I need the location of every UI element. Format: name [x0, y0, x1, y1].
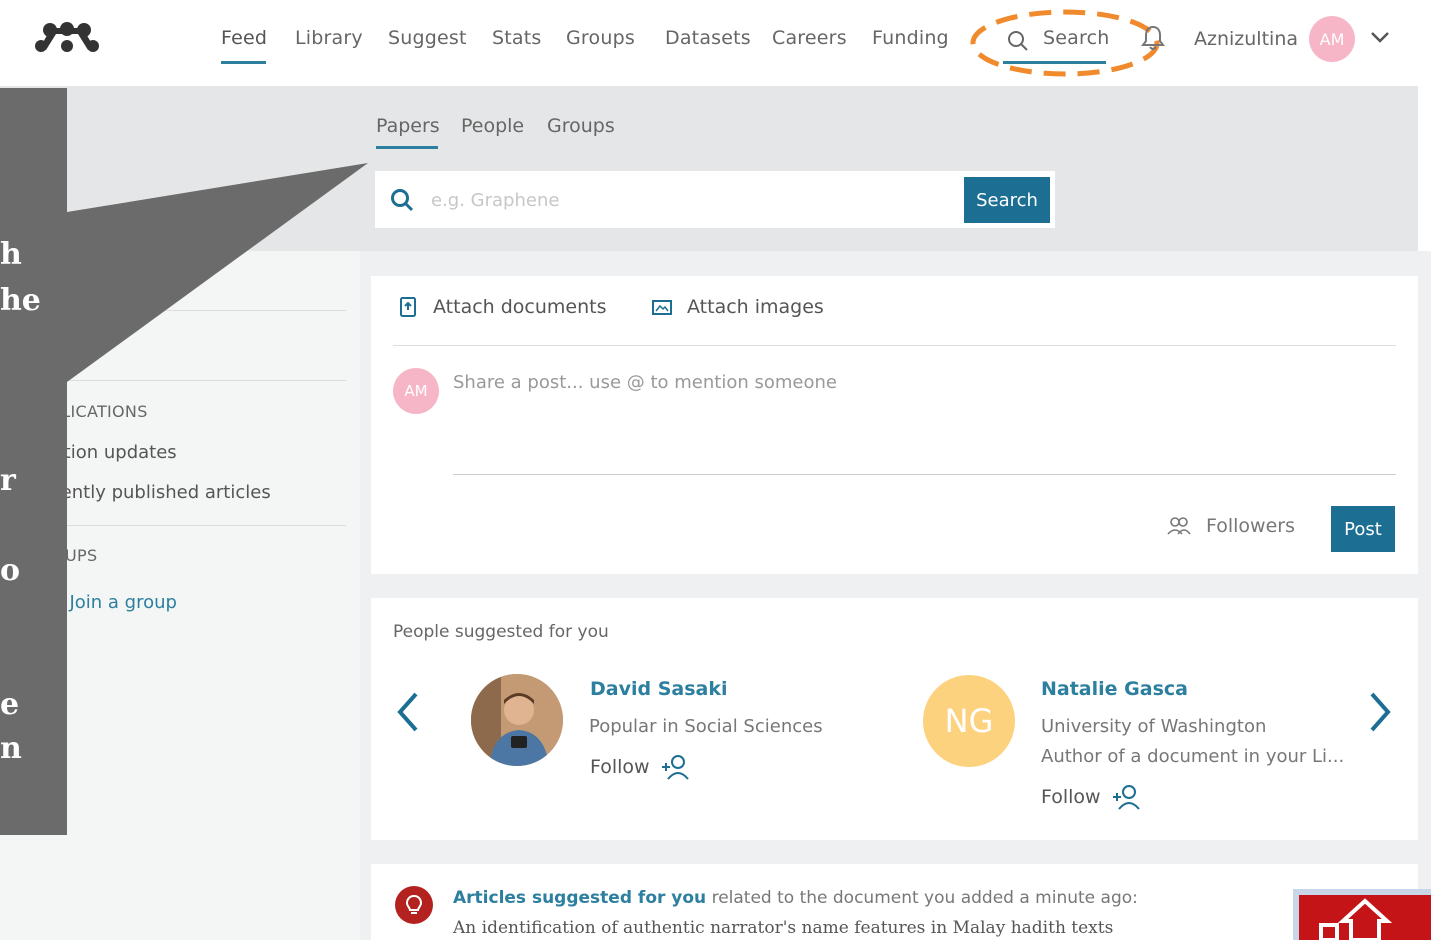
- person-subtitle: Popular in Social Sciences: [589, 716, 823, 737]
- callout-text-fragment: he: [0, 283, 41, 318]
- person-avatar[interactable]: NG: [923, 675, 1015, 767]
- bell-icon[interactable]: [1140, 24, 1166, 52]
- people-icon: [1167, 517, 1191, 535]
- search-button[interactable]: Search: [964, 177, 1050, 223]
- chevron-right-icon[interactable]: [1366, 690, 1394, 734]
- document-icon: [400, 297, 416, 317]
- publications-label: PUBLICATIONS: [28, 402, 148, 421]
- home-icon: [1319, 898, 1393, 942]
- callout-text-fragment: e: [0, 687, 20, 722]
- callout-text-fragment: o: [0, 553, 21, 588]
- person-name[interactable]: Natalie Gasca: [1041, 678, 1188, 700]
- chevron-left-icon[interactable]: [394, 690, 422, 734]
- post-input-underline: [453, 474, 1396, 475]
- nav-datasets[interactable]: Datasets: [665, 27, 751, 49]
- sidebar-strip: [0, 835, 8, 940]
- person-name[interactable]: David Sasaki: [590, 678, 728, 700]
- attach-images-label: Attach images: [687, 296, 824, 318]
- person-subtitle: University of Washington: [1041, 716, 1267, 737]
- person-photo[interactable]: [471, 674, 563, 766]
- image-icon: [652, 300, 672, 315]
- attach-images-button[interactable]: Attach images: [651, 296, 824, 318]
- people-suggestions-title: People suggested for you: [393, 622, 609, 642]
- join-group-label: Join a group: [69, 592, 177, 613]
- tab-people[interactable]: People: [461, 115, 524, 137]
- attach-documents-label: Attach documents: [433, 296, 607, 318]
- callout-text-fragment: h: [0, 237, 22, 272]
- filter-all-posts[interactable]: All posts: [12, 335, 102, 363]
- nav-stats[interactable]: Stats: [492, 27, 542, 49]
- nav-careers[interactable]: Careers: [772, 27, 847, 49]
- post-button[interactable]: Post: [1331, 506, 1395, 552]
- article-suggestions-context: related to the document you added a minu…: [706, 888, 1138, 908]
- groups-label: GROUPS: [28, 546, 98, 565]
- person-detail: Author of a document in your Li...: [1041, 746, 1345, 767]
- callout-text-fragment: n: [0, 731, 22, 766]
- divider: [14, 310, 346, 311]
- nav-library[interactable]: Library: [295, 27, 363, 49]
- tab-papers-underline: [376, 146, 438, 149]
- nav-feed-underline: [221, 61, 266, 64]
- nav-feed[interactable]: Feed: [221, 27, 267, 49]
- follow-button[interactable]: Follow: [1041, 783, 1141, 811]
- filter-citation-updates[interactable]: Citation updates: [28, 442, 177, 463]
- search-icon: [391, 189, 414, 212]
- audience-selector[interactable]: Followers: [1166, 515, 1295, 537]
- top-navigation: Feed Library Suggest Stats Groups Datase…: [0, 0, 1431, 86]
- follow-label: Follow: [590, 756, 650, 778]
- join-group-link[interactable]: + Join a group: [32, 585, 177, 619]
- plus-icon: +: [32, 585, 56, 619]
- article-title[interactable]: An identification of authentic narrator'…: [453, 918, 1113, 938]
- followers-label: Followers: [1206, 515, 1295, 537]
- article-suggestions-heading: Articles suggested for you related to th…: [453, 888, 1138, 908]
- nav-suggest[interactable]: Suggest: [388, 27, 467, 49]
- mendeley-logo[interactable]: [32, 20, 102, 54]
- add-person-icon: [1112, 785, 1140, 810]
- nav-groups[interactable]: Groups: [566, 27, 635, 49]
- filter-recent-articles[interactable]: Recently published articles: [28, 482, 271, 503]
- user-avatar[interactable]: AM: [1309, 16, 1355, 62]
- search-input[interactable]: [431, 185, 951, 215]
- post-input[interactable]: Share a post... use @ to mention someone: [453, 372, 837, 393]
- attach-documents-button[interactable]: Attach documents: [397, 296, 607, 318]
- nav-funding[interactable]: Funding: [872, 27, 949, 49]
- callout-text-fragment: r: [0, 463, 16, 498]
- username[interactable]: Aznizultina: [1194, 28, 1298, 50]
- article-suggestions-link[interactable]: Articles suggested for you: [453, 888, 706, 908]
- add-person-icon: [661, 755, 689, 780]
- tab-groups[interactable]: Groups: [547, 115, 615, 137]
- follow-label: Follow: [1041, 786, 1101, 808]
- composer-avatar: AM: [393, 368, 439, 414]
- divider: [393, 345, 1396, 346]
- search-box: [375, 171, 1055, 228]
- lightbulb-icon: [395, 886, 433, 924]
- divider: [14, 525, 346, 526]
- search-highlight-ellipse: [970, 9, 1160, 77]
- home-button[interactable]: [1293, 889, 1431, 942]
- follow-button[interactable]: Follow: [590, 753, 690, 781]
- tab-papers[interactable]: Papers: [376, 115, 440, 137]
- divider: [14, 380, 346, 381]
- chevron-down-icon[interactable]: [1369, 29, 1391, 45]
